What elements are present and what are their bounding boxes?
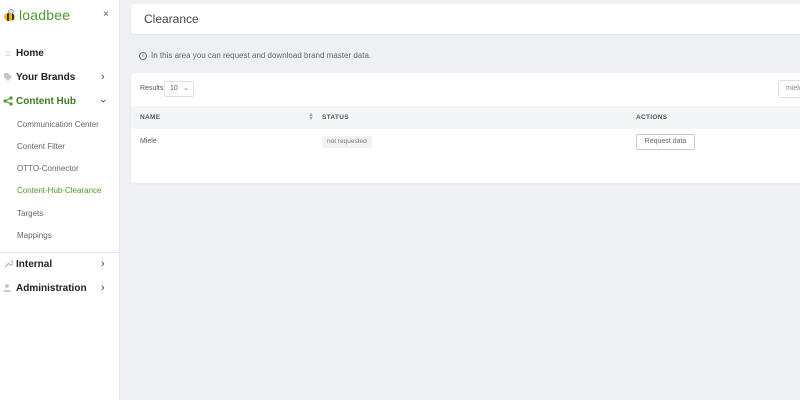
sidebar-item-label: Home <box>16 47 44 59</box>
chevron-right-icon: › <box>101 71 105 83</box>
sidebar: loadbee × ⌂ Home Your Brands › Content H… <box>0 0 120 400</box>
logo[interactable]: loadbee <box>2 7 70 23</box>
table-header: NAME ▲ ▼ STATUS ACTIONS <box>131 106 800 129</box>
sidebar-subitem-content-hub-clearance[interactable]: Content-Hub-Clearance <box>17 186 102 195</box>
search-input[interactable]: miele <box>778 80 800 98</box>
chevron-down-icon: › <box>96 99 109 103</box>
logo-text: loadbee <box>19 7 71 23</box>
info-text: In this area you can request and downloa… <box>151 51 372 60</box>
sidebar-item-administration[interactable]: Administration › <box>0 278 120 298</box>
page-title: Clearance <box>144 12 199 26</box>
tag-icon <box>2 71 14 83</box>
sidebar-item-label: Internal <box>16 258 53 270</box>
sidebar-item-internal[interactable]: Internal › <box>0 254 120 274</box>
chevron-down-icon: ⌄ <box>183 85 189 92</box>
home-icon: ⌂ <box>5 48 11 58</box>
chevron-right-icon: › <box>101 258 105 270</box>
column-header-name[interactable]: NAME <box>140 114 160 121</box>
sidebar-item-content-hub[interactable]: Content Hub › <box>0 91 120 111</box>
wrench-icon <box>2 258 14 270</box>
users-icon <box>2 282 14 294</box>
close-sidebar-icon[interactable]: × <box>103 9 109 20</box>
info-message: i In this area you can request and downl… <box>139 51 371 60</box>
row-name: Miele <box>140 138 157 145</box>
sidebar-subitem-targets[interactable]: Targets <box>17 209 43 218</box>
bee-logo-icon <box>2 8 17 22</box>
sidebar-subitem-content-filter[interactable]: Content Filter <box>17 142 65 151</box>
results-per-page-value: 10 <box>170 85 178 92</box>
share-icon <box>2 95 14 107</box>
results-per-page-select[interactable]: 10 ⌄ <box>164 81 194 97</box>
sidebar-subitem-otto-connector[interactable]: OTTO-Connector <box>17 164 79 173</box>
sidebar-item-label: Administration <box>16 282 87 294</box>
request-data-button[interactable]: Request data <box>636 134 695 150</box>
table-row: Miele not requested Request data <box>131 129 800 159</box>
sidebar-subitem-mappings[interactable]: Mappings <box>17 231 52 240</box>
column-header-status[interactable]: STATUS <box>322 114 349 121</box>
status-badge: not requested <box>322 136 372 148</box>
sidebar-divider <box>0 252 120 253</box>
sidebar-subitem-communication-center[interactable]: Communication Center <box>17 120 99 129</box>
page-header: Clearance <box>131 4 800 34</box>
sort-icon[interactable]: ▲ ▼ <box>308 112 314 122</box>
column-header-actions: ACTIONS <box>636 114 668 121</box>
chevron-right-icon: › <box>101 282 105 294</box>
sidebar-item-label: Your Brands <box>16 71 76 83</box>
sidebar-item-your-brands[interactable]: Your Brands › <box>0 67 120 87</box>
results-label: Results <box>140 85 164 92</box>
clearance-table-card: Results 10 ⌄ miele NAME ▲▼ STATUS ACTION… <box>131 73 800 183</box>
info-icon: i <box>139 51 147 60</box>
search-input-value: miele <box>786 85 800 92</box>
sidebar-item-home[interactable]: ⌂ Home <box>0 43 120 63</box>
sidebar-item-label: Content Hub <box>16 95 76 107</box>
